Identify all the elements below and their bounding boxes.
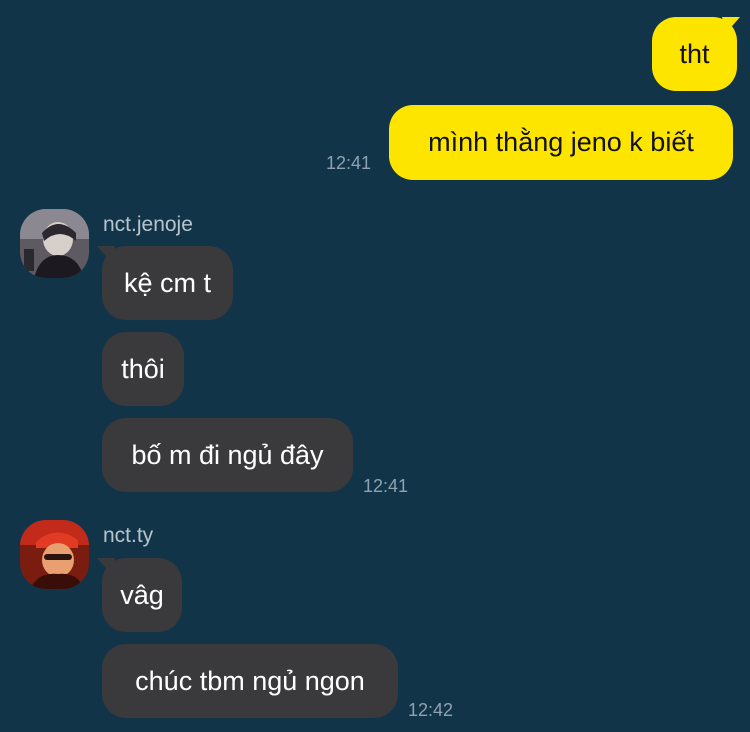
avatar[interactable] [20, 520, 89, 589]
user-avatar-icon [20, 209, 89, 278]
incoming-message[interactable]: thôi [102, 332, 184, 406]
message-text: vâg [120, 579, 164, 610]
message-text: thôi [121, 353, 165, 384]
incoming-message[interactable]: bố m đi ngủ đây [102, 418, 353, 492]
incoming-message[interactable]: chúc tbm ngủ ngon [102, 644, 398, 718]
message-text: chúc tbm ngủ ngon [135, 665, 365, 696]
sender-name: nct.ty [103, 524, 154, 547]
incoming-message[interactable]: kệ cm t [102, 246, 233, 320]
message-text: kệ cm t [123, 267, 211, 298]
bubble-tail [722, 17, 740, 33]
message-text: mình thằng jeno k biết [428, 127, 694, 157]
sender-name: nct.jenoje [103, 213, 193, 236]
message-timestamp: 12:41 [363, 476, 409, 496]
message-timestamp: 12:41 [326, 153, 372, 173]
message-text: tht [679, 38, 710, 69]
avatar[interactable] [20, 209, 89, 278]
message-timestamp: 12:42 [408, 700, 454, 720]
outgoing-message[interactable]: mình thằng jeno k biết [389, 105, 733, 180]
user-avatar-icon [20, 520, 89, 589]
message-text: bố m đi ngủ đây [131, 439, 324, 470]
incoming-message[interactable]: vâg [102, 558, 182, 632]
